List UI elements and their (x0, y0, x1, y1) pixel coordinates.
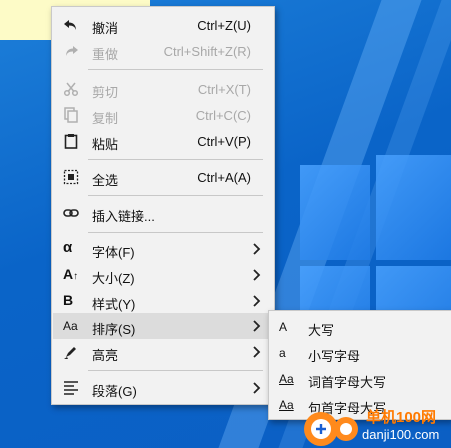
highlighter-icon (64, 347, 76, 359)
menu-item-label: 高亮 (92, 348, 119, 363)
chevron-right-icon (253, 295, 261, 307)
context-menu: 撤消 Ctrl+Z(U) 重做 Ctrl+Shift+Z(R) 剪切 Ctrl+… (51, 6, 275, 405)
submenu-item-label: 小写字母 (308, 349, 361, 364)
menu-item-label: 字体(F) (92, 245, 135, 260)
redo-icon (66, 46, 78, 56)
menu-item-copy[interactable]: 复制 Ctrl+C(C) (53, 102, 273, 128)
menu-item-label: 插入链接... (92, 209, 155, 224)
chevron-right-icon (253, 346, 261, 358)
menu-separator (88, 195, 263, 196)
chevron-right-icon (253, 243, 261, 255)
menu-item-redo[interactable]: 重做 Ctrl+Shift+Z(R) (53, 38, 273, 64)
menu-item-size[interactable]: A↑ 大小(Z) (53, 262, 273, 288)
scissors-icon (63, 82, 79, 97)
watermark-logo-icon (304, 412, 358, 446)
menu-item-label: 重做 (92, 47, 119, 62)
menu-item-undo[interactable]: 撤消 Ctrl+Z(U) (53, 12, 273, 38)
select-all-icon (63, 169, 79, 185)
chevron-right-icon (253, 382, 261, 394)
chevron-right-icon (253, 320, 261, 332)
uppercase-icon: A (279, 320, 288, 334)
submenu-item-uppercase[interactable]: A 大写 (270, 314, 450, 340)
menu-item-shortcut: Ctrl+Shift+Z(R) (163, 44, 251, 59)
link-icon (63, 209, 79, 217)
submenu-item-title-case[interactable]: Aa 词首字母大写 (270, 366, 450, 392)
paragraph-icon (64, 381, 78, 395)
alpha-icon: α (63, 239, 73, 256)
menu-item-shortcut: Ctrl+Z(U) (197, 18, 251, 33)
menu-item-select-all[interactable]: 全选 Ctrl+A(A) (53, 164, 273, 190)
menu-item-shortcut: Ctrl+V(P) (197, 134, 251, 149)
menu-item-paste[interactable]: 粘贴 Ctrl+V(P) (53, 128, 273, 154)
watermark: 单机100网 danji100.com (300, 402, 451, 448)
chevron-right-icon (253, 269, 261, 281)
menu-item-label: 样式(Y) (92, 297, 136, 312)
menu-item-style[interactable]: B 样式(Y) (53, 288, 273, 314)
menu-item-label: 段落(G) (92, 384, 137, 399)
menu-item-label: 排序(S) (92, 322, 136, 337)
menu-separator (88, 232, 263, 233)
menu-item-shortcut: Ctrl+C(C) (195, 108, 251, 123)
lowercase-icon: a (279, 346, 286, 360)
copy-icon (64, 107, 78, 123)
menu-item-insert-link[interactable]: 插入链接... (53, 200, 273, 226)
menu-item-cut[interactable]: 剪切 Ctrl+X(T) (53, 76, 273, 102)
watermark-url: danji100.com (362, 427, 440, 442)
clipboard-icon (64, 134, 78, 149)
menu-item-highlight[interactable]: 高亮 (53, 339, 273, 365)
sentence-case-icon: Aa (279, 398, 294, 412)
bold-icon: B (63, 292, 74, 308)
case-icon: Aa (63, 319, 78, 333)
menu-item-label: 全选 (92, 173, 119, 188)
menu-item-label: 复制 (92, 111, 119, 126)
menu-item-shortcut: Ctrl+X(T) (197, 82, 251, 97)
menu-item-label: 撤消 (92, 21, 119, 36)
menu-item-paragraph[interactable]: 段落(G) (53, 375, 273, 401)
menu-separator (88, 69, 263, 70)
menu-item-label: 粘贴 (92, 137, 119, 152)
undo-icon (64, 20, 76, 30)
submenu-item-label: 词首字母大写 (308, 375, 387, 390)
title-case-icon: Aa (279, 372, 294, 386)
menu-separator (88, 370, 263, 371)
submenu-item-lowercase[interactable]: a 小写字母 (270, 340, 450, 366)
submenu-item-label: 大写 (308, 323, 335, 338)
watermark-title: 单机100网 (366, 409, 437, 426)
menu-item-label: 大小(Z) (92, 271, 135, 286)
menu-item-sort[interactable]: Aa 排序(S) (53, 313, 273, 339)
menu-item-label: 剪切 (92, 85, 119, 100)
menu-separator (88, 159, 263, 160)
font-size-icon: A↑ (63, 266, 79, 282)
menu-item-font[interactable]: α 字体(F) (53, 236, 273, 262)
menu-item-shortcut: Ctrl+A(A) (197, 170, 251, 185)
